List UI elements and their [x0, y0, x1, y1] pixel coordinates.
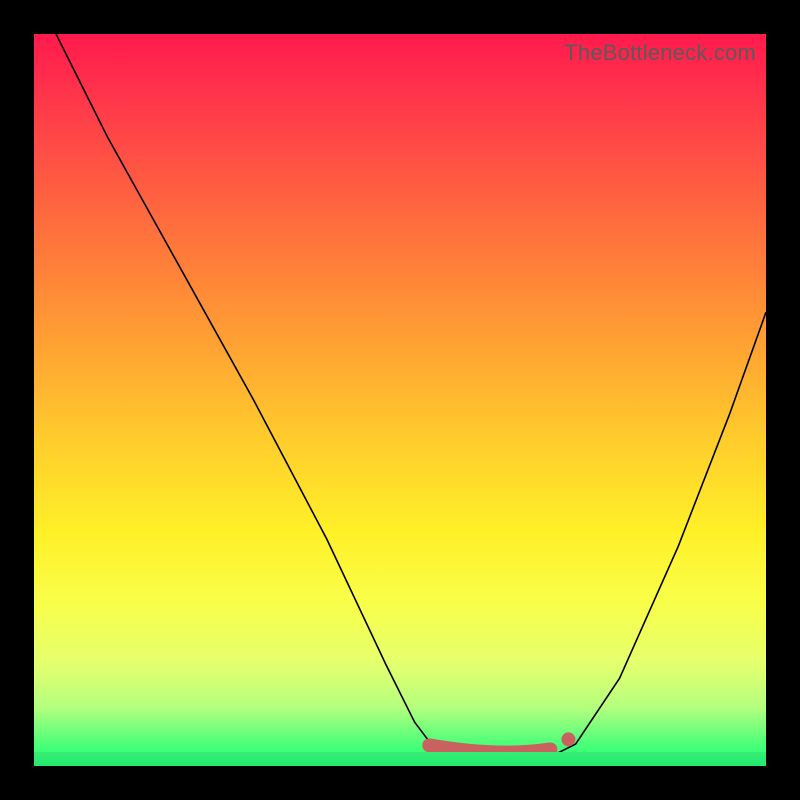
- plot-area: TheBottleneck.com: [34, 34, 766, 766]
- green-baseline-band: [34, 752, 766, 766]
- chart-frame: TheBottleneck.com: [0, 0, 800, 800]
- watermark-text: TheBottleneck.com: [564, 40, 756, 66]
- valley-end-dot: [561, 732, 575, 746]
- valley-highlight: [34, 34, 766, 766]
